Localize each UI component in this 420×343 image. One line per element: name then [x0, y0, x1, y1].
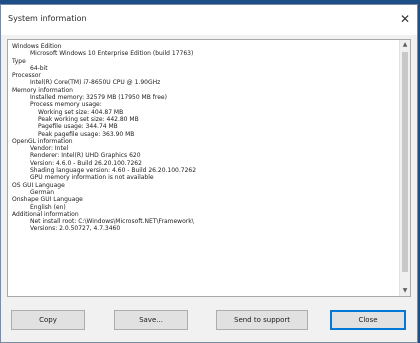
info-line: English (en)	[30, 203, 66, 211]
save-button[interactable]: Save...	[114, 310, 188, 330]
info-line: Peak working set size: 442.80 MB	[38, 115, 139, 123]
vertical-scrollbar[interactable]: ▲ ▼	[399, 40, 410, 296]
info-line: Installed memory: 32579 MB (17950 MB fre…	[30, 94, 167, 102]
info-line: Renderer: Intel(R) UHD Graphics 620	[30, 152, 141, 160]
info-line: Peak pagefile usage: 363.90 MB	[38, 130, 135, 138]
info-line: Microsoft Windows 10 Enterprise Edition …	[30, 50, 194, 58]
info-text: Windows Edition Microsoft Windows 10 Ent…	[12, 43, 398, 294]
info-line: German	[30, 188, 55, 196]
section-additional-information: Additional information	[12, 210, 79, 218]
info-line: Process memory usage:	[30, 101, 102, 109]
info-line: GPU memory information is not available	[30, 174, 154, 182]
button-row: Copy Save... Send to support Close	[1, 310, 417, 332]
info-line: Working set size: 404.87 MB	[38, 108, 124, 116]
scroll-thumb[interactable]	[402, 52, 408, 272]
section-opengl-information: OpenGL information	[12, 137, 73, 145]
info-line: 64-bit	[30, 64, 48, 72]
info-line: Intel(R) Core(TM) i7-8650U CPU @ 1.90GHz	[30, 79, 161, 87]
info-line: Shading language version: 4.60 - Build 2…	[30, 167, 197, 175]
info-line: Net install root: C:\Windows\Microsoft.N…	[30, 218, 194, 226]
copy-button[interactable]: Copy	[11, 310, 85, 330]
info-line: Vendor: Intel	[30, 145, 69, 153]
scroll-up-icon[interactable]: ▲	[400, 40, 410, 50]
system-information-dialog: System information ✕ Windows Edition Mic…	[0, 4, 418, 343]
section-type: Type	[12, 57, 26, 65]
section-memory-information: Memory information	[12, 86, 73, 94]
dialog-title: System information	[8, 14, 87, 23]
info-line: Versions: 2.0.50727, 4.7.3460	[30, 225, 121, 233]
send-to-support-button[interactable]: Send to support	[216, 310, 308, 330]
section-os-gui-language: OS GUI Language	[12, 181, 65, 189]
title-bar: System information ✕	[1, 5, 417, 35]
scroll-down-icon[interactable]: ▼	[400, 286, 410, 296]
info-line: Version: 4.6.0 - Build 26.20.100.7262	[30, 159, 142, 167]
close-icon[interactable]: ✕	[397, 11, 413, 27]
info-line: Pagefile usage: 344.74 MB	[38, 123, 118, 131]
section-onshape-gui-language: Onshape GUI Language	[12, 196, 83, 204]
close-button[interactable]: Close	[330, 310, 406, 330]
section-processor: Processor	[12, 72, 41, 80]
info-panel[interactable]: Windows Edition Microsoft Windows 10 Ent…	[7, 39, 411, 297]
section-windows-edition: Windows Edition	[12, 43, 62, 50]
